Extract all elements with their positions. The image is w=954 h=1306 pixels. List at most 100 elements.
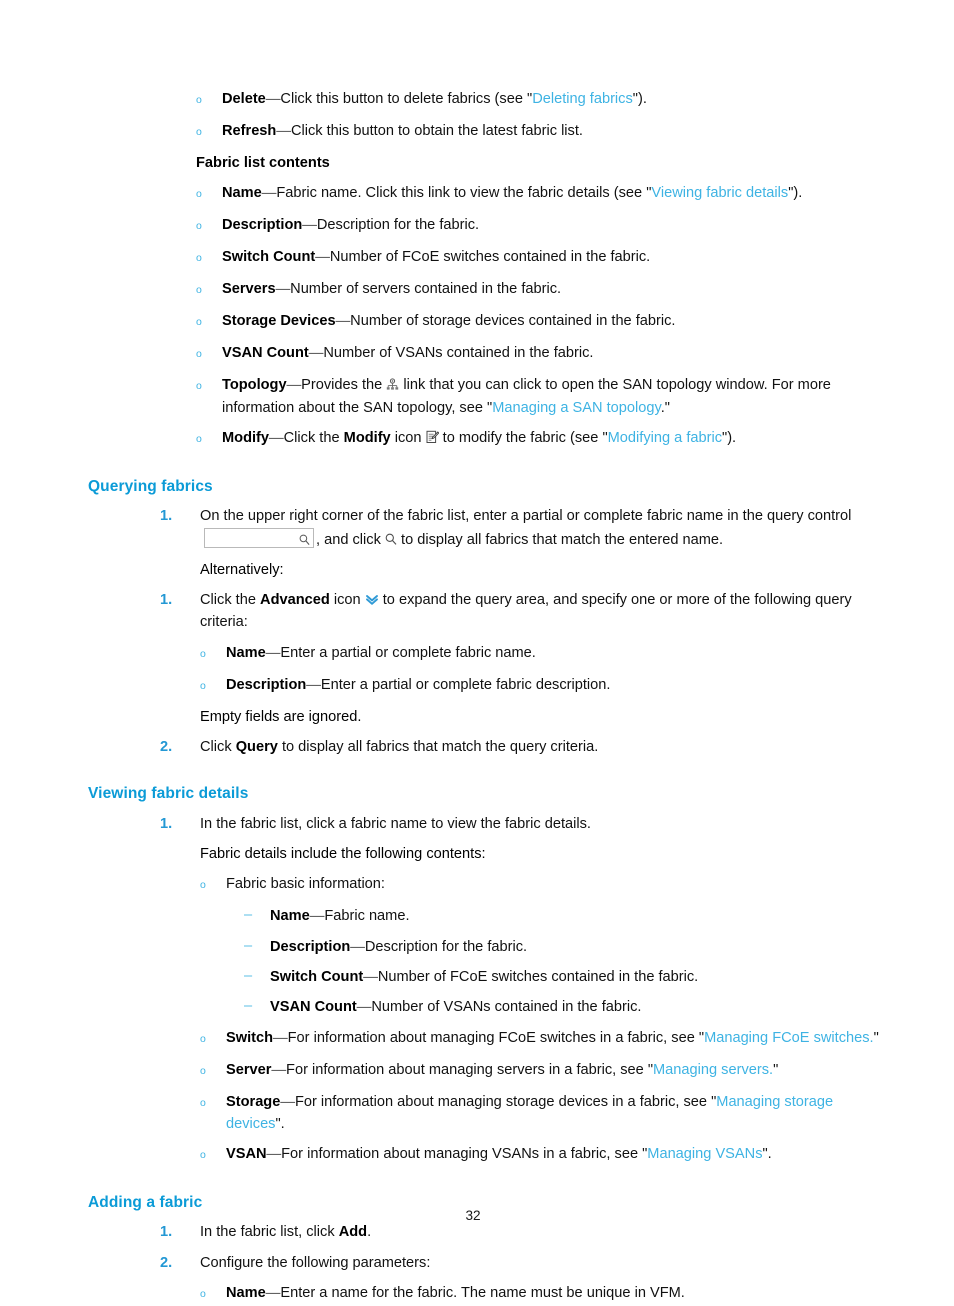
alternatively-label: Alternatively: bbox=[200, 561, 284, 578]
list-item: o Server—For information about managing … bbox=[88, 1059, 882, 1083]
cross-reference-link[interactable]: Managing VSANs bbox=[647, 1146, 762, 1162]
list-item-text: Modify—Click the Modify icon to modify t… bbox=[222, 427, 882, 449]
circle-bullet-icon: o bbox=[200, 1288, 206, 1301]
cross-reference-link[interactable]: Modifying a fabric bbox=[608, 430, 722, 446]
page-number-value: 32 bbox=[465, 1208, 481, 1223]
circle-bullet-icon: o bbox=[196, 220, 202, 233]
numbered-step: 1. In the fabric list, click a fabric na… bbox=[88, 813, 882, 835]
cross-reference-link[interactable]: Managing FCoE switches. bbox=[704, 1030, 874, 1046]
term-label: Topology bbox=[222, 377, 287, 394]
em-dash: — bbox=[265, 1285, 281, 1302]
page-number: 32 bbox=[0, 1208, 954, 1223]
subsection-label: Fabric list contents bbox=[196, 155, 330, 171]
em-dash: — bbox=[275, 281, 291, 298]
search-icon bbox=[299, 531, 310, 553]
circle-bullet-icon: o bbox=[196, 348, 202, 361]
fabric-details-intro: Fabric details include the following con… bbox=[200, 846, 486, 863]
list-item: o VSAN Count—Number of VSANs contained i… bbox=[88, 342, 882, 366]
circle-bullet-icon: o bbox=[200, 1096, 206, 1109]
list-item-text: Description—Enter a partial or complete … bbox=[226, 674, 882, 696]
list-item-text: VSAN—For information about managing VSAN… bbox=[226, 1143, 882, 1165]
sub-list-item-text: Name—Fabric name. bbox=[270, 905, 882, 927]
advanced-chevron-icon[interactable] bbox=[365, 593, 379, 606]
circle-bullet-icon: o bbox=[196, 252, 202, 265]
circle-bullet-icon: o bbox=[196, 380, 202, 393]
step-text: Click Query to display all fabrics that … bbox=[200, 736, 882, 758]
item-text-after: "). bbox=[632, 91, 647, 107]
search-icon[interactable] bbox=[385, 533, 397, 546]
list-item: o Storage Devices—Number of storage devi… bbox=[88, 310, 882, 334]
list-item: o Delete—Click this button to delete fab… bbox=[88, 88, 882, 112]
term-label: VSAN Count bbox=[222, 345, 309, 362]
numbered-step: 1. In the fabric list, click Add. bbox=[88, 1221, 882, 1243]
section-heading-viewing-fabric-details: Viewing fabric details bbox=[88, 785, 249, 803]
item-text-before: For information about managing FCoE swit… bbox=[287, 1029, 705, 1046]
term-label: VSAN bbox=[226, 1146, 267, 1163]
list-item: o Fabric basic information: bbox=[88, 873, 882, 897]
list-item-text: VSAN Count—Number of VSANs contained in … bbox=[222, 342, 882, 364]
item-text-after: "). bbox=[722, 429, 737, 446]
list-item: o Servers—Number of servers contained in… bbox=[88, 278, 882, 302]
item-text: Number of FCoE switches contained in the… bbox=[377, 968, 699, 985]
cross-reference-link[interactable]: Managing servers. bbox=[653, 1062, 773, 1078]
item-text-after: "). bbox=[788, 185, 803, 202]
list-item: o VSAN—For information about managing VS… bbox=[88, 1143, 882, 1167]
dash-bullet-icon: – bbox=[244, 937, 253, 954]
list-item-modify: o Modify—Click the Modify icon to modify… bbox=[88, 427, 882, 451]
list-item-text: Server—For information about managing se… bbox=[226, 1059, 882, 1081]
step-text: On the upper right corner of the fabric … bbox=[200, 505, 882, 551]
query-button-label: Query bbox=[235, 739, 278, 756]
term-label: Name bbox=[226, 644, 266, 661]
term-label: Description bbox=[222, 217, 303, 234]
term-label: Name bbox=[222, 185, 262, 202]
em-dash: — bbox=[309, 908, 325, 925]
em-dash: — bbox=[271, 1061, 287, 1078]
sub-list-item-text: Switch Count—Number of FCoE switches con… bbox=[270, 966, 882, 988]
em-dash: — bbox=[273, 1029, 288, 1046]
term-label: Name bbox=[226, 1285, 266, 1302]
step-number: 2. bbox=[160, 739, 173, 756]
item-text-before: Description for the fabric. bbox=[316, 217, 480, 234]
item-text: Enter a name for the fabric. The name mu… bbox=[280, 1285, 685, 1302]
circle-bullet-icon: o bbox=[200, 647, 206, 660]
numbered-step: 1. On the upper right corner of the fabr… bbox=[88, 505, 882, 551]
item-text-before: Number of VSANs contained in the fabric. bbox=[323, 345, 594, 362]
term-label: Description bbox=[226, 676, 307, 693]
modify-term-label: Modify bbox=[343, 429, 391, 446]
cross-reference-link[interactable]: Deleting fabrics bbox=[532, 91, 633, 107]
section-heading-querying-fabrics: Querying fabrics bbox=[88, 477, 213, 495]
basic-information-label: Fabric basic information: bbox=[226, 876, 385, 893]
circle-bullet-icon: o bbox=[196, 188, 202, 201]
modify-pencil-icon[interactable] bbox=[426, 430, 439, 444]
add-button-label: Add bbox=[338, 1224, 368, 1241]
item-text-before: Fabric name. Click this link to view the… bbox=[276, 185, 652, 202]
item-text-before: Provides the bbox=[301, 377, 383, 394]
circle-bullet-icon: o bbox=[196, 432, 202, 445]
term-label: Switch Count bbox=[222, 249, 316, 266]
em-dash: — bbox=[261, 185, 277, 202]
list-item-text: Refresh—Click this button to obtain the … bbox=[222, 120, 882, 142]
item-text-before: For information about managing storage d… bbox=[294, 1093, 717, 1110]
em-dash: — bbox=[335, 313, 351, 330]
sub-list-item: – Name—Fabric name. bbox=[88, 905, 882, 927]
em-dash: — bbox=[266, 1146, 282, 1163]
item-text: Fabric name. bbox=[324, 908, 410, 925]
em-dash: — bbox=[265, 91, 281, 107]
item-text-before: Number of servers contained in the fabri… bbox=[290, 281, 562, 298]
step-text: Configure the following parameters: bbox=[200, 1254, 431, 1271]
item-text: Description for the fabric. bbox=[364, 938, 528, 955]
list-item-text: Name—Enter a partial or complete fabric … bbox=[226, 642, 882, 664]
dash-bullet-icon: – bbox=[244, 998, 253, 1015]
step-text-mid: , and click bbox=[316, 531, 381, 548]
em-dash: — bbox=[350, 938, 365, 955]
san-topology-icon[interactable] bbox=[386, 378, 399, 391]
list-item: o Description—Enter a partial or complet… bbox=[88, 674, 882, 698]
list-item: o Switch Count—Number of FCoE switches c… bbox=[88, 246, 882, 270]
cross-reference-link[interactable]: Managing a SAN topology bbox=[492, 400, 660, 416]
step-text-mid: icon bbox=[333, 592, 361, 609]
query-control-input[interactable] bbox=[204, 527, 314, 548]
list-item: o Name—Fabric name. Click this link to v… bbox=[88, 182, 882, 206]
cross-reference-link[interactable]: Viewing fabric details bbox=[651, 185, 788, 201]
item-text: Enter a partial or complete fabric descr… bbox=[320, 676, 611, 693]
list-item-text: Delete—Click this button to delete fabri… bbox=[222, 88, 882, 110]
